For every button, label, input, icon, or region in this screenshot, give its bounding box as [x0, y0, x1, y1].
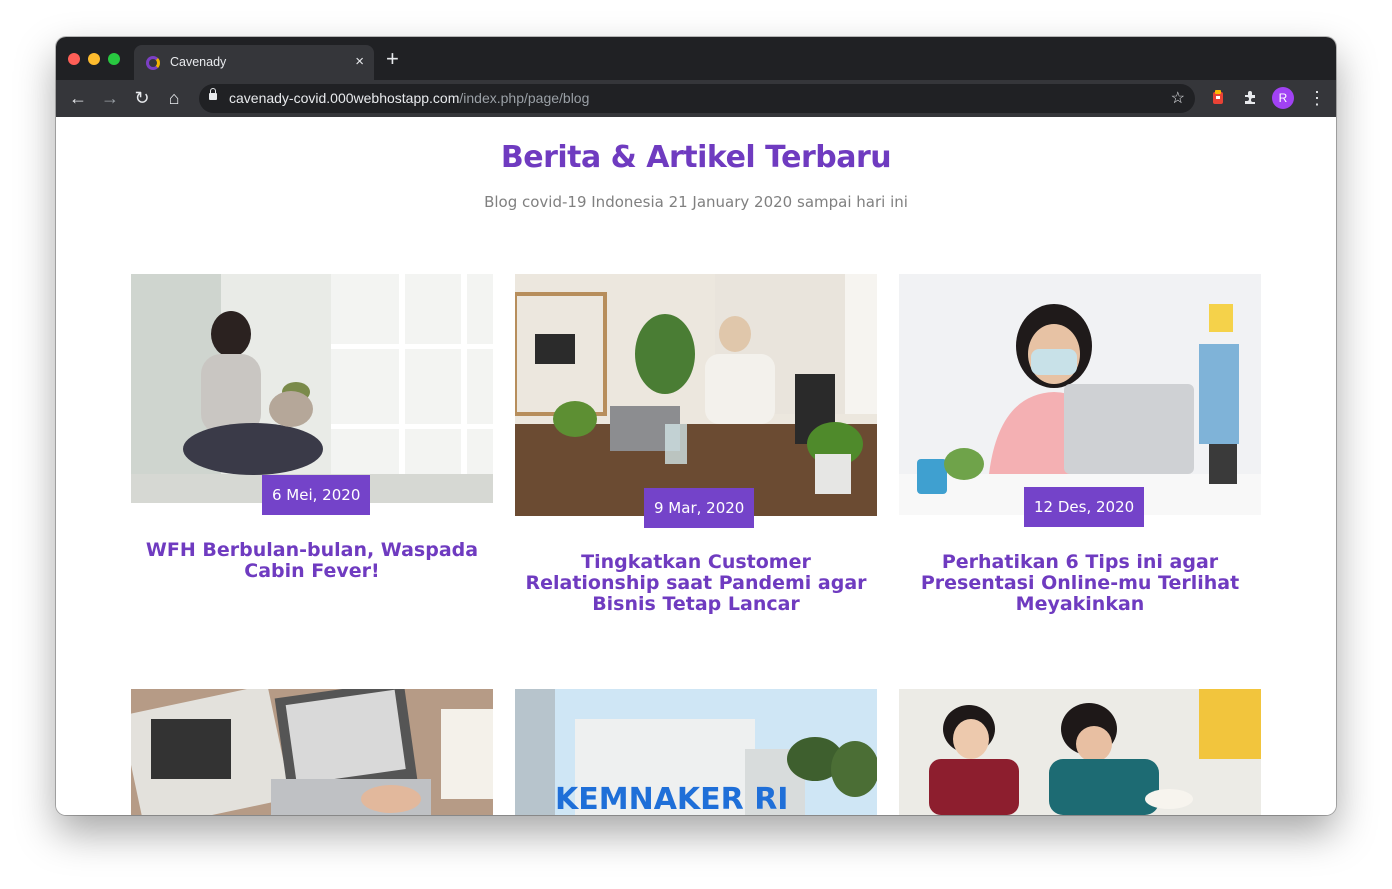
tab-title: Cavenady — [170, 55, 227, 69]
page-title: Berita & Artikel Terbaru — [500, 140, 892, 175]
svg-text:KEMNAKER RI: KEMNAKER RI — [555, 782, 788, 815]
close-window-button[interactable] — [68, 53, 80, 65]
back-button[interactable]: ← — [68, 88, 88, 108]
article-date-badge: 6 Mei, 2020 — [262, 475, 371, 515]
page-subtitle: Blog covid-19 Indonesia 21 January 2020 … — [484, 193, 908, 211]
article-title[interactable]: Perhatikan 6 Tips ini agar Presentasi On… — [909, 552, 1251, 615]
new-tab-button[interactable]: + — [386, 48, 399, 70]
profile-avatar[interactable]: R — [1272, 87, 1294, 109]
reload-button[interactable]: ↻ — [132, 88, 152, 108]
tab-bar: Cavenady × + — [56, 37, 1336, 80]
browser-tab[interactable]: Cavenady × — [134, 45, 374, 80]
article-image[interactable] — [899, 689, 1261, 815]
article-image[interactable] — [899, 274, 1261, 515]
article-image[interactable] — [131, 689, 493, 815]
address-bar[interactable]: cavenady-covid.000webhostapp.com/index.p… — [199, 84, 1195, 113]
extension-icon[interactable] — [1210, 89, 1226, 105]
article-image[interactable] — [131, 274, 493, 503]
puzzle-extensions-icon[interactable] — [1242, 89, 1258, 105]
article-image[interactable]: KEMNAKER RI — [515, 689, 877, 815]
article-title[interactable]: Tingkatkan Customer Relationship saat Pa… — [525, 552, 867, 615]
bookmark-star-icon[interactable]: ☆ — [1171, 88, 1185, 108]
home-button[interactable]: ⌂ — [164, 88, 184, 108]
forward-button[interactable]: → — [100, 88, 120, 108]
tab-close-icon[interactable]: × — [355, 53, 364, 70]
page-content: Berita & Artikel Terbaru Blog covid-19 I… — [56, 117, 1336, 815]
maximize-window-button[interactable] — [108, 53, 120, 65]
browser-menu-icon[interactable]: ⋮ — [1308, 87, 1326, 109]
url-text[interactable]: cavenady-covid.000webhostapp.com/index.p… — [229, 90, 589, 106]
minimize-window-button[interactable] — [88, 53, 100, 65]
site-favicon-icon — [146, 56, 160, 70]
lock-icon[interactable] — [209, 88, 217, 100]
article-title[interactable]: WFH Berbulan-bulan, Waspada Cabin Fever! — [141, 540, 483, 582]
browser-window: Cavenady × + ← → ↻ ⌂ cavenady-covid.000w… — [56, 37, 1336, 815]
article-date-badge: 12 Des, 2020 — [1024, 487, 1145, 527]
browser-toolbar: ← → ↻ ⌂ cavenady-covid.000webhostapp.com… — [56, 80, 1336, 117]
article-date-badge: 9 Mar, 2020 — [644, 488, 755, 528]
article-image[interactable] — [515, 274, 877, 516]
